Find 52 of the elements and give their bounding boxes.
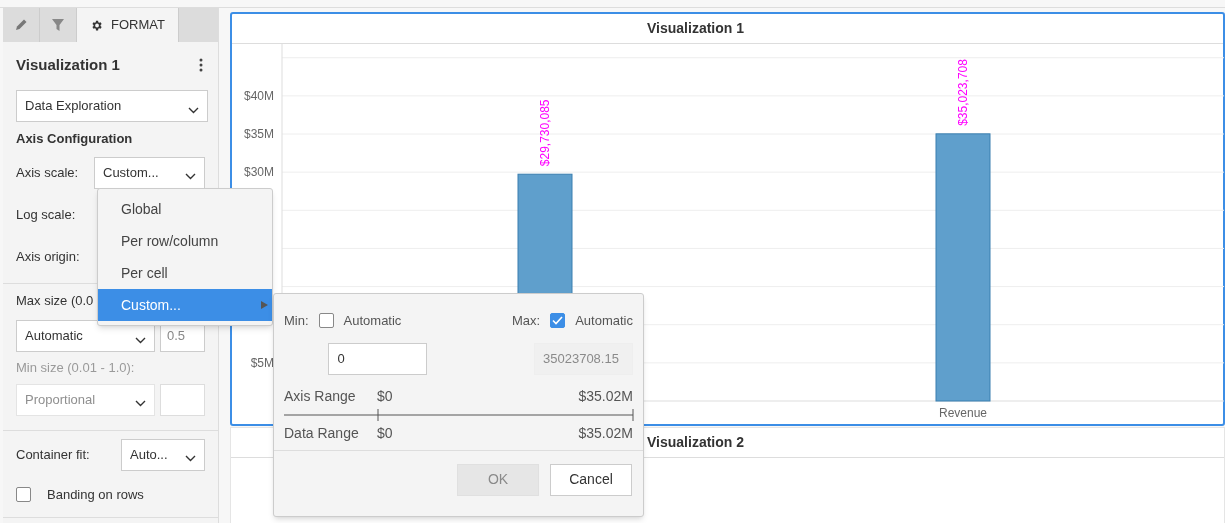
more-options-icon[interactable]	[199, 58, 203, 72]
chevron-down-icon	[188, 106, 199, 114]
checkbox-label: Banding on rows	[47, 485, 144, 504]
chart-title: Visualization 1	[647, 19, 744, 38]
value-label: $29,730,085	[538, 99, 552, 167]
chevron-down-icon	[185, 173, 196, 180]
range-value: $0	[377, 423, 394, 443]
category-label: Revenue	[939, 406, 987, 420]
checkbox[interactable]	[16, 486, 31, 502]
menu-item[interactable]: Per cell	[98, 257, 272, 289]
dropdown-select[interactable]: Custom...	[94, 156, 205, 189]
range-label: Data Range	[284, 423, 360, 443]
section-heading: Axis Configuration	[16, 130, 134, 148]
field-label: Axis scale:	[16, 163, 79, 182]
range-value: $35.02M	[578, 423, 633, 443]
menu-item[interactable]: Per row/column	[98, 225, 272, 257]
field-label: Min:	[284, 312, 309, 330]
axis-tick-label: $35M	[243, 127, 274, 141]
gear-icon	[90, 18, 103, 32]
range-label: Axis Range	[284, 386, 357, 406]
dropdown-select[interactable]: Data Exploration	[16, 90, 208, 122]
range-value: $35.02M	[578, 386, 633, 406]
field-label: Max:	[512, 312, 541, 330]
checkbox[interactable]	[318, 313, 334, 329]
panel-tab[interactable]: FORMAT	[77, 8, 179, 42]
range-value: $0	[377, 386, 394, 406]
field-label: Container fit:	[16, 445, 90, 464]
checkbox[interactable]	[550, 313, 566, 329]
dialog-button[interactable]: Cancel	[550, 463, 632, 496]
axis-tick-label: $40M	[243, 88, 274, 103]
number-field[interactable]	[160, 383, 205, 416]
chevron-down-icon	[135, 400, 146, 407]
menu-item[interactable]: Global	[98, 193, 272, 225]
panel-title: Visualization 1	[16, 54, 120, 75]
dropdown-select[interactable]: Auto...	[121, 438, 205, 471]
filter-icon	[52, 18, 64, 32]
axis-tick-label: $5M	[250, 355, 274, 370]
range-input[interactable]: 0	[328, 342, 428, 375]
chevron-down-icon	[185, 455, 196, 462]
chevron-down-icon	[135, 336, 146, 344]
checkbox-label: Automatic	[343, 312, 402, 330]
axis-tick-label: $30M	[243, 165, 274, 180]
dropdown-select[interactable]: Automatic	[16, 320, 155, 352]
checkbox-label: Automatic	[575, 312, 633, 330]
field-label: Axis origin:	[16, 247, 80, 266]
field-label: Log scale:	[16, 205, 76, 224]
field-label: Min size (0.01 - 1.0):	[16, 359, 135, 377]
field-label: Max size (0.0	[16, 291, 94, 310]
pencil-icon	[14, 18, 28, 32]
submenu-arrow-icon	[261, 301, 268, 309]
value-label: $35,023,708	[956, 59, 970, 126]
chart-title: Visualization 2	[647, 433, 744, 452]
